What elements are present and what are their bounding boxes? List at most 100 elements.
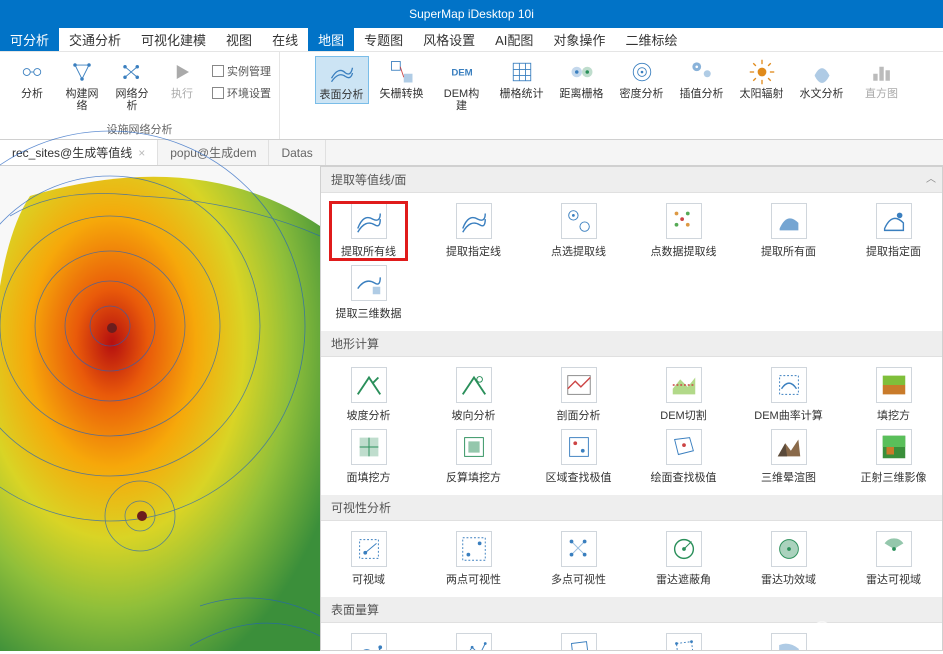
dropdown-item[interactable]: 绘面查找极值 [646,429,721,485]
ribbon-button[interactable]: 太阳辐射 [735,56,789,102]
ribbon-button-label: 栅格统计 [500,88,544,100]
dropdown-item[interactable]: 提取指定线 [436,203,511,259]
dropdown-item[interactable]: 提取所有线 [331,203,406,259]
ribbon-button-label: 分析 [21,88,43,100]
viewshed-icon [351,531,387,567]
document-tab[interactable]: rec_sites@生成等值线× [0,140,158,165]
dropdown-section-title: 可视性分析 [321,495,942,521]
dropdown-item[interactable]: 点选提取线 [541,203,616,259]
menu-item[interactable]: 视图 [216,28,262,51]
dropdown-grid: 可视域两点可视性多点可视性 雷达遮蔽角 雷达功效域雷达可视域 [321,521,942,597]
menu-item[interactable]: 风格设置 [413,28,485,51]
menu-item[interactable]: 交通分析 [59,28,131,51]
dropdown-item[interactable]: 雷达功效域 [751,531,826,587]
document-tab[interactable]: Datas [269,140,325,165]
r-vecras-icon [388,58,416,86]
dropdown-item-label: 区域查找极值 [546,469,612,485]
dropdown-item-label: 正射三维影像 [861,469,927,485]
ribbon-button[interactable]: 水文分析 [795,56,849,102]
dropdown-item[interactable]: 点数据提取线 [646,203,721,259]
dropdown-item[interactable]: 雷达可视域 [856,531,931,587]
dropdown-item-label: 多点可视性 [551,571,606,587]
dropdown-item[interactable]: 选面面积 [646,633,721,651]
dropdown-item[interactable]: DEM切割 [646,367,721,423]
dropdown-grid: 坡度分析 坡向分析剖面分析 DEM切割 DEM曲率计算填挖方面填挖方 反算填挖方区域查找… [321,357,942,495]
menu-item[interactable]: AI配图 [485,28,543,51]
ribbon-button[interactable]: 分析 [8,56,56,114]
dropdown-item[interactable]: 可视域 [331,531,406,587]
demcut-icon [666,367,702,403]
ribbon-button[interactable]: DEMDEM构建 [435,56,489,114]
dropdown-item[interactable]: 填挖方 [856,367,931,423]
dropdown-item[interactable]: 地表面积 [541,633,616,651]
dropdown-item-label: 面填挖方 [347,469,391,485]
dropdown-item[interactable]: 坡度分析 [331,367,406,423]
ribbon-button[interactable]: 表面分析 [315,56,369,104]
ribbon-button[interactable]: 构建网络 [58,56,106,114]
dropdown-item[interactable]: DEM曲率计算 [751,367,826,423]
dropdown-item-label: 雷达遮蔽角 [656,571,711,587]
ribbon-button-label: 网络分析 [112,88,152,112]
aspect-icon [456,367,492,403]
linedist-icon [456,633,492,651]
dropdown-item[interactable]: 选线距离 [436,633,511,651]
ribbon-button-label: 直方图 [865,88,898,100]
ribbon-button[interactable]: 网络分析 [108,56,156,114]
checkbox-label: 实例管理 [227,63,271,79]
menu-item[interactable]: 在线 [262,28,308,51]
menu-item[interactable]: 可视化建模 [131,28,216,51]
dropdown-item-label: 绘面查找极值 [651,469,717,485]
dropdown-item[interactable]: 面填挖方 [331,429,406,485]
menu-item[interactable]: 专题图 [354,28,413,51]
dropdown-item[interactable]: 提取三维数据 [331,265,406,321]
menu-item[interactable]: 地图 [308,28,354,51]
areapick-icon [666,633,702,651]
dropdown-item[interactable]: 坡向分析 [436,367,511,423]
ribbon-group-label: 设施网络分析 [107,119,173,137]
ribbon-button[interactable]: 距离栅格 [555,56,609,102]
dropdown-item[interactable]: 地表距离 [331,633,406,651]
collapse-icon[interactable]: ︿ [926,170,936,185]
dropdown-item-label: 雷达可视域 [866,571,921,587]
dropdown-item[interactable]: 剖面分析 [541,367,616,423]
dropdown-item-label: 三维晕渲图 [761,469,816,485]
ribbon-button[interactable]: 栅格统计 [495,56,549,102]
surfdist-icon [351,633,387,651]
dropdown-item[interactable]: 正射三维影像 [856,429,931,485]
ribbon-checkbox[interactable]: 环境设置 [212,84,271,102]
r-interp-icon [688,58,716,86]
menu-item[interactable]: 可分析 [0,28,59,51]
tab-label: Datas [281,146,312,160]
slope-icon [351,367,387,403]
dropdown-item[interactable]: 提取所有面 [751,203,826,259]
ribbon-button-label: DEM构建 [439,88,485,112]
dropdown-item-label: 点选提取线 [551,243,606,259]
slopefill-icon [771,633,807,651]
dropdown-item[interactable]: 多点可视性 [541,531,616,587]
dropdown-item[interactable]: 雷达遮蔽角 [646,531,721,587]
contour3d-icon [351,265,387,301]
dropdown-item[interactable]: 两点可视性 [436,531,511,587]
checkbox-icon [212,65,224,77]
menu-item[interactable]: 对象操作 [543,28,615,51]
checkbox-label: 环境设置 [227,85,271,101]
curvature-icon [771,367,807,403]
ribbon-button-label: 构建网络 [62,88,102,112]
close-icon[interactable]: × [138,146,145,160]
r-surface-icon [328,59,356,87]
dropdown-item-label: 坡度分析 [347,407,391,423]
title-bar: SuperMap iDesktop 10i [0,0,943,28]
contour-icon [351,203,387,239]
ribbon-button[interactable]: 插值分析 [675,56,729,102]
dropdown-item[interactable]: 反算填挖方 [436,429,511,485]
dropdown-item-label: 提取所有线 [341,243,396,259]
menu-item[interactable]: 二维标绘 [615,28,687,51]
dropdown-item[interactable]: 提取指定面 [856,203,931,259]
ribbon-button[interactable]: 矢栅转换 [375,56,429,102]
r-hydro-icon [808,58,836,86]
dropdown-item[interactable]: 区域查找极值 [541,429,616,485]
ribbon-checkbox[interactable]: 实例管理 [212,62,271,80]
ribbon-button[interactable]: 密度分析 [615,56,669,102]
dropdown-item[interactable]: 三维晕渲图 [751,429,826,485]
map-canvas[interactable] [0,166,320,651]
